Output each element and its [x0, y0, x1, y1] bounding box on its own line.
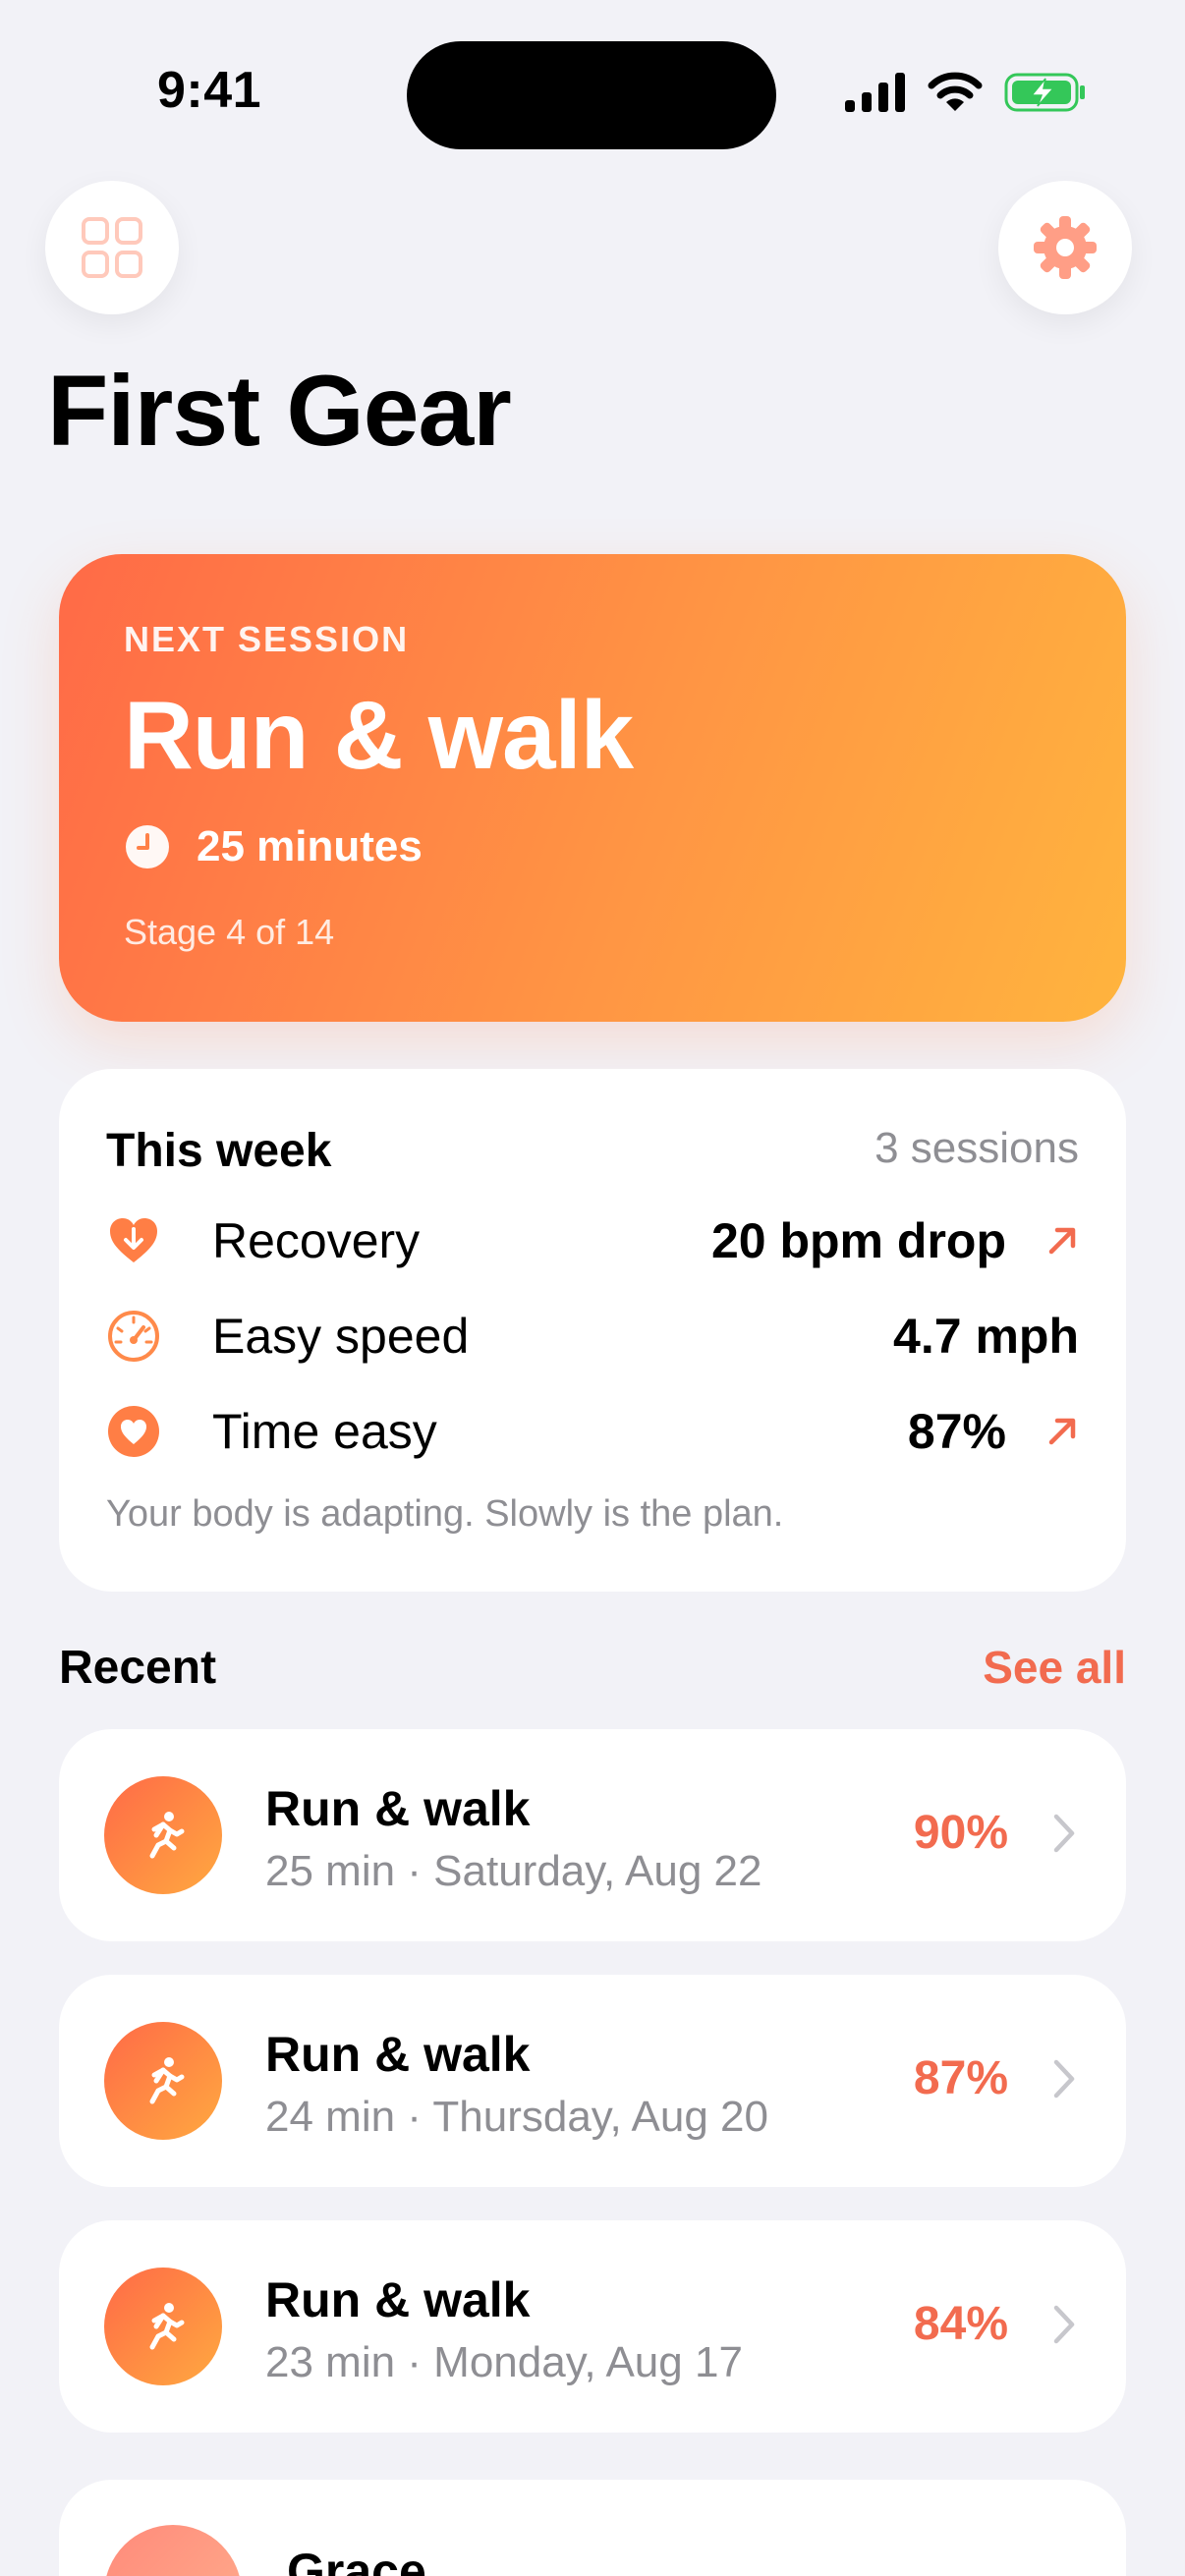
chevron-right-icon [1053, 1814, 1075, 1853]
runner-icon [104, 1776, 222, 1894]
status-icons [845, 71, 1087, 114]
next-session-card[interactable]: NEXT SESSION Run & walk 25 minutes Stage… [59, 554, 1126, 1022]
up-right-arrow-icon [1034, 1224, 1079, 1258]
gear-icon [1034, 216, 1097, 279]
session-meta: 25 min · Saturday, Aug 22 [265, 1847, 762, 1895]
chevron-right-icon [1053, 2305, 1075, 2344]
session-count: 3 sessions [875, 1124, 1079, 1172]
recent-title: Recent [59, 1642, 217, 1694]
session-percent: 84% [913, 2298, 1008, 2350]
stat-row-recovery: Recovery 20 bpm drop [106, 1197, 1079, 1285]
session-title: Run & walk [265, 2272, 531, 2327]
session-title: Run & walk [265, 1781, 531, 1836]
coach-card[interactable]: Grace [59, 2480, 1126, 2576]
coach-name: Grace [287, 2544, 426, 2576]
stats-note: Your body is adapting. Slowly is the pla… [106, 1493, 784, 1535]
stat-value: 4.7 mph [893, 1309, 1079, 1364]
coach-avatar [104, 2525, 242, 2576]
chevron-right-icon [1053, 2059, 1075, 2099]
clock-icon [126, 825, 169, 868]
next-session-duration: 25 minutes [124, 817, 423, 876]
session-percent: 90% [913, 1807, 1008, 1859]
session-percent: 87% [913, 2052, 1008, 2104]
page-title: First Gear [47, 355, 512, 467]
session-meta: 24 min · Thursday, Aug 20 [265, 2093, 768, 2141]
stat-value: 20 bpm drop [710, 1213, 1006, 1268]
stat-label: Easy speed [212, 1309, 470, 1364]
stat-value: 87% [907, 1404, 1006, 1459]
next-session-title: Run & walk [124, 681, 634, 789]
stat-label: Recovery [212, 1213, 421, 1268]
duration-text: 25 minutes [197, 822, 423, 870]
recent-session-item[interactable]: Run & walk 25 min · Saturday, Aug 22 90% [59, 1729, 1126, 1941]
this-week-card: This week 3 sessions Recovery 20 bpm dro… [59, 1069, 1126, 1592]
status-time: 9:41 [157, 62, 262, 119]
this-week-title: This week [106, 1125, 332, 1177]
runner-icon [104, 2022, 222, 2140]
wifi-icon [928, 72, 983, 111]
screen: 9:41 First Gear NEXT SESSION Run & walk … [0, 0, 1185, 2576]
speedometer-icon [106, 1309, 161, 1364]
heart-down-icon [106, 1213, 161, 1268]
grid-icon [82, 217, 142, 278]
heart-icon [106, 1404, 161, 1459]
next-session-label: NEXT SESSION [124, 619, 410, 659]
settings-button[interactable] [998, 181, 1132, 314]
see-all-link[interactable]: See all [983, 1641, 1126, 1694]
session-meta: 23 min · Monday, Aug 17 [265, 2338, 743, 2386]
menu-button[interactable] [45, 181, 179, 314]
session-title: Run & walk [265, 2027, 531, 2082]
up-right-arrow-icon [1034, 1415, 1079, 1448]
recent-session-item[interactable]: Run & walk 24 min · Thursday, Aug 20 87% [59, 1975, 1126, 2187]
dynamic-island [407, 41, 776, 149]
stat-row-easy-speed: Easy speed 4.7 mph [106, 1292, 1079, 1380]
stat-row-time-easy: Time easy 87% [106, 1387, 1079, 1476]
battery-charging-icon [1004, 73, 1085, 112]
stage-text: Stage 4 of 14 [124, 912, 335, 952]
stat-label: Time easy [212, 1404, 437, 1459]
cellular-signal-icon [845, 73, 905, 112]
runner-icon [104, 2268, 222, 2385]
recent-session-item[interactable]: Run & walk 23 min · Monday, Aug 17 84% [59, 2220, 1126, 2433]
